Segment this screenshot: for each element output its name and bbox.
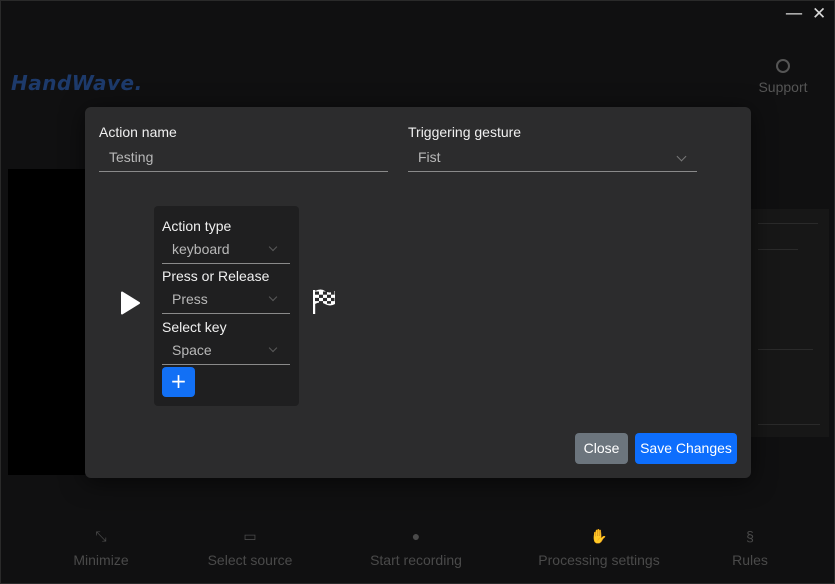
select-key-label: Select key (162, 319, 227, 335)
edit-action-modal: Action name Testing Triggering gesture F… (85, 107, 751, 478)
start-recording-button[interactable]: ● Start recording (367, 526, 465, 568)
app-window: — ✕ HandWave. Support ⤡ Minimize ▭ Selec… (0, 0, 835, 584)
camera-preview (8, 169, 88, 475)
action-type-label: Action type (162, 218, 232, 234)
select-source-button[interactable]: ▭ Select source (206, 526, 294, 568)
select-key-value: Space (172, 342, 212, 358)
add-action-button[interactable]: + (162, 367, 195, 397)
support-button[interactable]: Support (753, 59, 813, 95)
action-name-value: Testing (109, 149, 154, 165)
close-button[interactable]: Close (575, 433, 628, 464)
chevron-down-icon (268, 242, 278, 252)
processing-settings-label: Processing settings (538, 552, 660, 568)
press-release-select[interactable]: Press (162, 285, 290, 314)
close-window-button[interactable]: ✕ (812, 4, 826, 24)
minimize-button[interactable]: ⤡ Minimize (69, 526, 133, 568)
rules-label: Rules (732, 552, 768, 568)
save-changes-button[interactable]: Save Changes (635, 433, 737, 464)
checkered-flag-icon (313, 289, 335, 314)
select-key-select[interactable]: Space (162, 336, 290, 365)
triggering-gesture-label: Triggering gesture (408, 124, 522, 140)
hand-icon: ✋ (590, 528, 608, 544)
record-icon: ● (411, 528, 421, 544)
app-logo: HandWave. (11, 71, 143, 95)
minimize-label: Minimize (73, 552, 129, 568)
action-step-card: Action type keyboard Press or Release Pr… (154, 206, 299, 406)
triggering-gesture-select[interactable]: Fist (408, 142, 697, 172)
chevron-down-icon (268, 292, 278, 302)
action-name-label: Action name (99, 124, 177, 140)
bottom-toolbar: ⤡ Minimize ▭ Select source ● Start recor… (1, 526, 835, 576)
action-type-value: keyboard (172, 241, 230, 257)
minimize-window-button[interactable]: — (785, 3, 803, 24)
chevron-down-icon (676, 151, 687, 162)
start-recording-label: Start recording (370, 552, 462, 568)
triggering-gesture-value: Fist (418, 149, 441, 165)
play-icon (121, 291, 140, 315)
screen-preview (749, 209, 829, 437)
section-icon: § (746, 528, 754, 544)
monitor-icon: ▭ (243, 528, 257, 544)
processing-settings-button[interactable]: ✋ Processing settings (537, 526, 661, 568)
chevron-down-icon (268, 343, 278, 353)
action-name-input[interactable]: Testing (99, 142, 388, 172)
action-type-select[interactable]: keyboard (162, 235, 290, 264)
shrink-icon: ⤡ (95, 528, 107, 544)
press-release-value: Press (172, 291, 208, 307)
select-source-label: Select source (207, 552, 293, 568)
support-icon (776, 59, 790, 73)
press-release-label: Press or Release (162, 268, 270, 284)
rules-button[interactable]: § Rules (730, 526, 770, 568)
support-label: Support (758, 79, 808, 95)
